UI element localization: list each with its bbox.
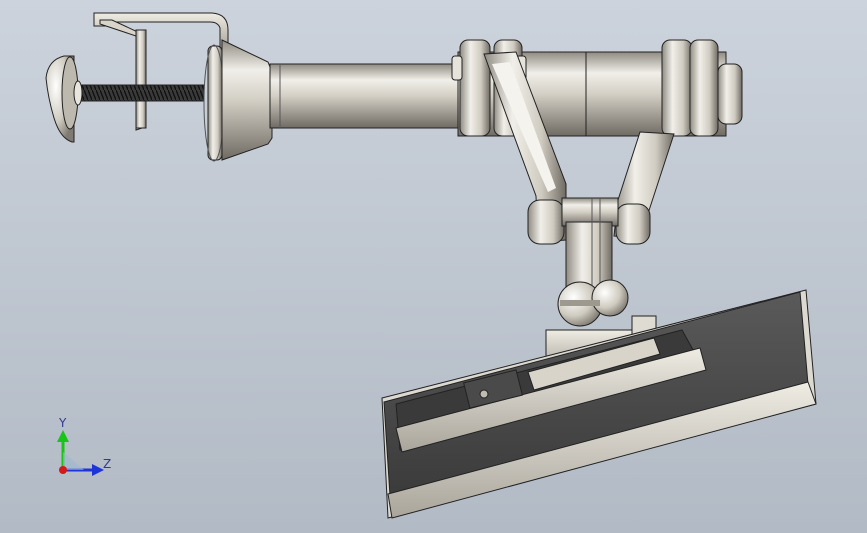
threaded-screw xyxy=(73,84,205,102)
clamp-arm-front xyxy=(135,29,147,129)
screw-knob-tip xyxy=(73,80,83,106)
connector-screw xyxy=(479,389,489,399)
knob-slot xyxy=(560,300,600,306)
axis-triad: Y Z xyxy=(57,416,111,476)
joint-pivot-left xyxy=(527,199,565,245)
y-axis-label: Y xyxy=(58,416,67,430)
arm-cone xyxy=(221,39,273,161)
collar-ring-4 xyxy=(689,39,719,137)
arm-flange xyxy=(207,45,223,161)
tilt-knob-right xyxy=(591,279,629,317)
arm-tube xyxy=(269,63,463,129)
joint-pivot-right xyxy=(615,203,651,245)
cad-viewport[interactable]: Y Z xyxy=(0,0,867,533)
display-panel xyxy=(381,289,817,519)
c-clamp xyxy=(45,12,229,143)
z-axis-label: Z xyxy=(103,457,111,471)
axis-origin-dot xyxy=(59,466,67,474)
y-axis-arrowhead xyxy=(57,430,69,442)
clamp-hook-bar xyxy=(93,12,229,49)
bolt-left xyxy=(451,55,463,81)
cad-model-scene: Y Z xyxy=(45,12,817,519)
collar-ring-3 xyxy=(661,39,693,137)
triad-xy-plane xyxy=(63,452,84,470)
arm-end-cap xyxy=(717,63,743,125)
